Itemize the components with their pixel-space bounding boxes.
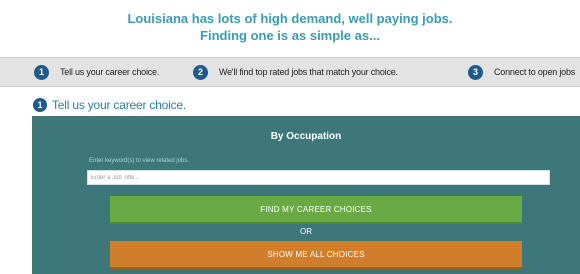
headline-line-1: Louisiana has lots of high demand, well …: [127, 11, 453, 26]
step-3: 3 Connect to open jobs: [468, 63, 575, 81]
hero-headline: Louisiana has lots of high demand, well …: [0, 10, 580, 44]
step-number-badge: 2: [193, 64, 208, 80]
step-number-badge: 3: [468, 64, 483, 80]
step-2: 2 We'll find top rated jobs that match y…: [193, 63, 398, 81]
section-number-badge: 1: [33, 98, 47, 112]
step-label: Connect to open jobs: [494, 67, 576, 77]
section-title: Tell us your career choice.: [52, 98, 186, 112]
step-1: 1 Tell us your career choice.: [34, 63, 159, 81]
show-all-choices-button[interactable]: SHOW ME ALL CHOICES: [110, 241, 522, 269]
keyword-hint: Enter keyword(s) to view related jobs.: [89, 158, 190, 164]
headline-line-2: Finding one is as simple as...: [200, 28, 380, 43]
find-career-choices-button[interactable]: FIND MY CAREER CHOICES: [110, 196, 522, 224]
steps-bar: 1 Tell us your career choice. 2 We'll fi…: [0, 57, 580, 87]
occupation-panel: By Occupation Enter keyword(s) to view r…: [32, 116, 580, 274]
step-label: Tell us your career choice.: [60, 67, 160, 77]
section-heading: 1 Tell us your career choice.: [33, 98, 186, 112]
step-number-badge: 1: [34, 64, 49, 80]
step-label: We'll find top rated jobs that match you…: [219, 67, 398, 77]
job-title-input[interactable]: [87, 170, 550, 185]
panel-title: By Occupation: [270, 131, 342, 142]
or-divider: OR: [300, 227, 312, 236]
